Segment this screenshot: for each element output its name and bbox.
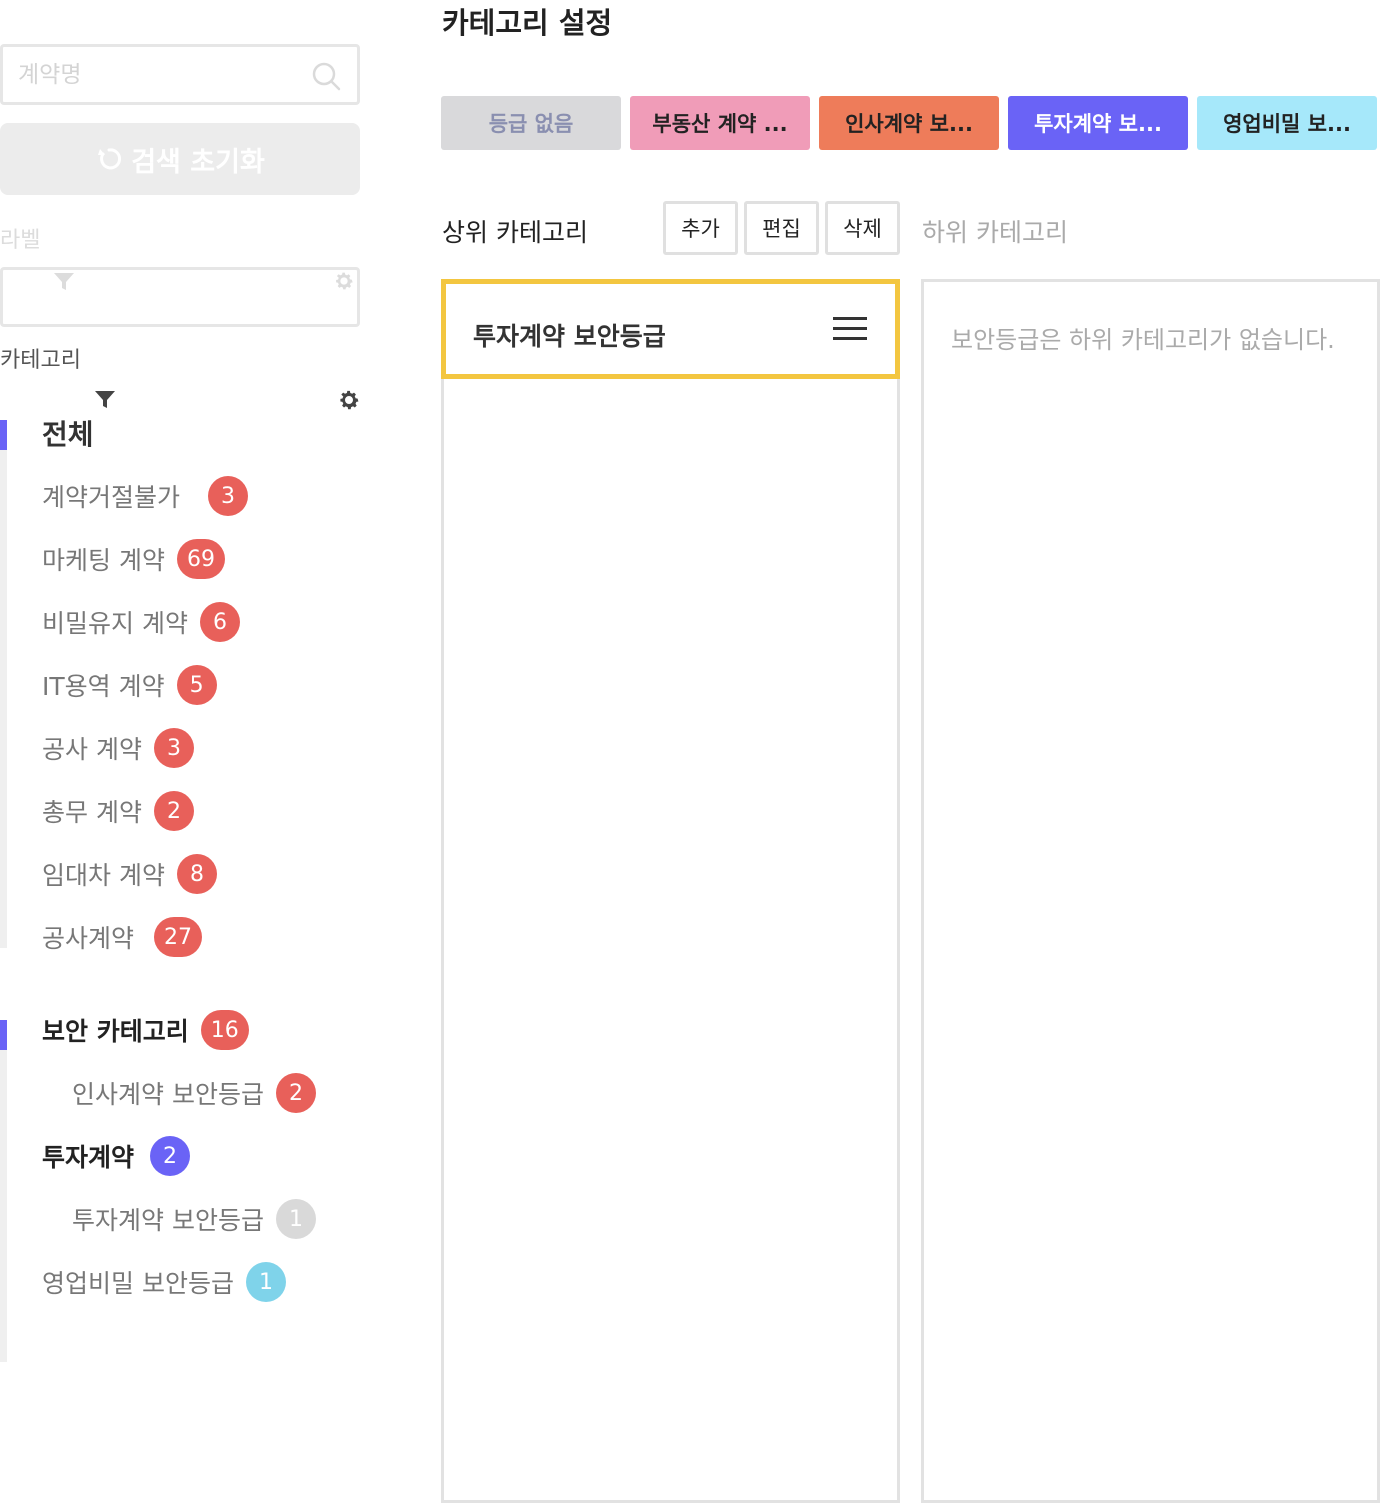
tree-item[interactable]: 총무 계약 2 bbox=[42, 789, 194, 833]
reset-search-label: 검색 초기화 bbox=[131, 146, 265, 178]
tree-item[interactable]: 마케팅 계약 69 bbox=[42, 537, 225, 581]
count-badge: 27 bbox=[154, 917, 203, 957]
tree-group-indicator bbox=[0, 1020, 7, 1362]
tree-item[interactable]: 투자계약 보안등급 1 bbox=[72, 1197, 316, 1241]
tree-item-label: 투자계약 bbox=[42, 1143, 135, 1172]
count-badge: 5 bbox=[176, 665, 217, 705]
filter-icon[interactable] bbox=[94, 390, 116, 410]
gear-icon[interactable] bbox=[337, 388, 361, 412]
count-badge: 3 bbox=[208, 476, 249, 516]
child-category-list: 보안등급은 하위 카테고리가 없습니다. bbox=[921, 279, 1380, 1503]
delete-button[interactable]: 삭제 bbox=[825, 201, 900, 255]
tree-item[interactable]: 공사 계약 3 bbox=[42, 726, 194, 770]
add-button[interactable]: 추가 bbox=[663, 201, 738, 255]
grade-tab-label: 영업비밀 보... bbox=[1223, 112, 1351, 136]
grade-tab-label: 부동산 계약 ... bbox=[652, 112, 788, 136]
refresh-icon bbox=[98, 148, 122, 170]
tree-item-label: 비밀유지 계약 bbox=[42, 609, 188, 638]
tree-item-label: 영업비밀 보안등급 bbox=[42, 1269, 234, 1298]
drag-handle-icon[interactable] bbox=[833, 317, 867, 343]
contract-search-input[interactable] bbox=[18, 47, 298, 102]
grade-tab-none[interactable]: 등급 없음 bbox=[441, 96, 621, 150]
count-badge: 1 bbox=[245, 1262, 286, 1302]
tree-item-investment[interactable]: 투자계약 2 bbox=[42, 1134, 191, 1178]
empty-child-message: 보안등급은 하위 카테고리가 없습니다. bbox=[951, 326, 1335, 354]
tree-item[interactable]: 비밀유지 계약 6 bbox=[42, 600, 240, 644]
tree-item-label: 임대차 계약 bbox=[42, 861, 165, 890]
tree-item[interactable]: IT용역 계약 5 bbox=[42, 663, 217, 707]
tree-item[interactable]: 임대차 계약 8 bbox=[42, 852, 217, 896]
tree-item-label: 공사 계약 bbox=[42, 735, 142, 764]
grade-tab-label: 등급 없음 bbox=[488, 112, 574, 136]
category-section-title: 카테고리 bbox=[0, 348, 81, 373]
count-badge: 2 bbox=[275, 1073, 316, 1113]
contract-search-box[interactable] bbox=[0, 44, 360, 105]
tree-item-label: 마케팅 계약 bbox=[42, 546, 165, 575]
tree-item-label: 인사계약 보안등급 bbox=[72, 1080, 264, 1109]
tree-item-label: 전체 bbox=[42, 418, 94, 451]
parent-category-heading: 상위 카테고리 bbox=[442, 218, 588, 247]
count-badge: 6 bbox=[199, 602, 240, 642]
count-badge: 1 bbox=[275, 1199, 316, 1239]
child-category-heading: 하위 카테고리 bbox=[922, 218, 1068, 247]
parent-category-list: 투자계약 보안등급 bbox=[441, 279, 900, 1503]
parent-category-item-selected[interactable]: 투자계약 보안등급 bbox=[441, 279, 900, 379]
count-badge: 8 bbox=[176, 854, 217, 894]
filter-icon[interactable] bbox=[53, 272, 75, 292]
count-badge: 3 bbox=[153, 728, 194, 768]
grade-tab-trade-secret[interactable]: 영업비밀 보... bbox=[1197, 96, 1377, 150]
tree-item[interactable]: 영업비밀 보안등급 1 bbox=[42, 1260, 286, 1304]
count-badge: 69 bbox=[176, 539, 225, 579]
tree-item-label: 보안 카테고리 bbox=[42, 1017, 189, 1046]
grade-tab-label: 인사계약 보... bbox=[845, 112, 973, 136]
tree-item-all[interactable]: 전체 bbox=[42, 411, 94, 455]
grade-tab-label: 투자계약 보... bbox=[1034, 112, 1162, 136]
count-badge: 16 bbox=[200, 1010, 249, 1050]
tree-item[interactable]: 인사계약 보안등급 2 bbox=[72, 1071, 316, 1115]
tree-item-label: 공사계약 bbox=[42, 924, 135, 953]
gear-icon[interactable] bbox=[333, 270, 355, 292]
grade-tab-hr[interactable]: 인사계약 보... bbox=[819, 96, 999, 150]
edit-button[interactable]: 편집 bbox=[744, 201, 819, 255]
count-badge: 2 bbox=[153, 791, 194, 831]
tree-item-label: 총무 계약 bbox=[42, 798, 142, 827]
label-select-box[interactable] bbox=[0, 267, 360, 327]
page-title: 카테고리 설정 bbox=[442, 6, 613, 40]
label-section-title: 라벨 bbox=[0, 228, 41, 253]
tree-group-indicator bbox=[0, 420, 7, 948]
tree-item[interactable]: 계약거절불가 3 bbox=[42, 474, 249, 518]
tree-item-security-category[interactable]: 보안 카테고리 16 bbox=[42, 1008, 249, 1052]
tree-item-label: 계약거절불가 bbox=[42, 483, 181, 512]
sidebar: 검색 초기화 라벨 카테고리 전체 계약거절불가 3 마케팅 계약 69 비밀유… bbox=[0, 0, 362, 1503]
search-icon[interactable] bbox=[311, 61, 341, 91]
tree-item-label: 투자계약 보안등급 bbox=[72, 1206, 264, 1235]
grade-tab-investment[interactable]: 투자계약 보... bbox=[1008, 96, 1188, 150]
parent-category-label: 투자계약 보안등급 bbox=[473, 322, 666, 351]
reset-search-button[interactable]: 검색 초기화 bbox=[0, 123, 360, 195]
tree-item[interactable]: 공사계약 27 bbox=[42, 915, 203, 959]
grade-tab-real-estate[interactable]: 부동산 계약 ... bbox=[630, 96, 810, 150]
count-badge: 2 bbox=[150, 1136, 191, 1176]
tree-item-label: IT용역 계약 bbox=[42, 672, 165, 701]
